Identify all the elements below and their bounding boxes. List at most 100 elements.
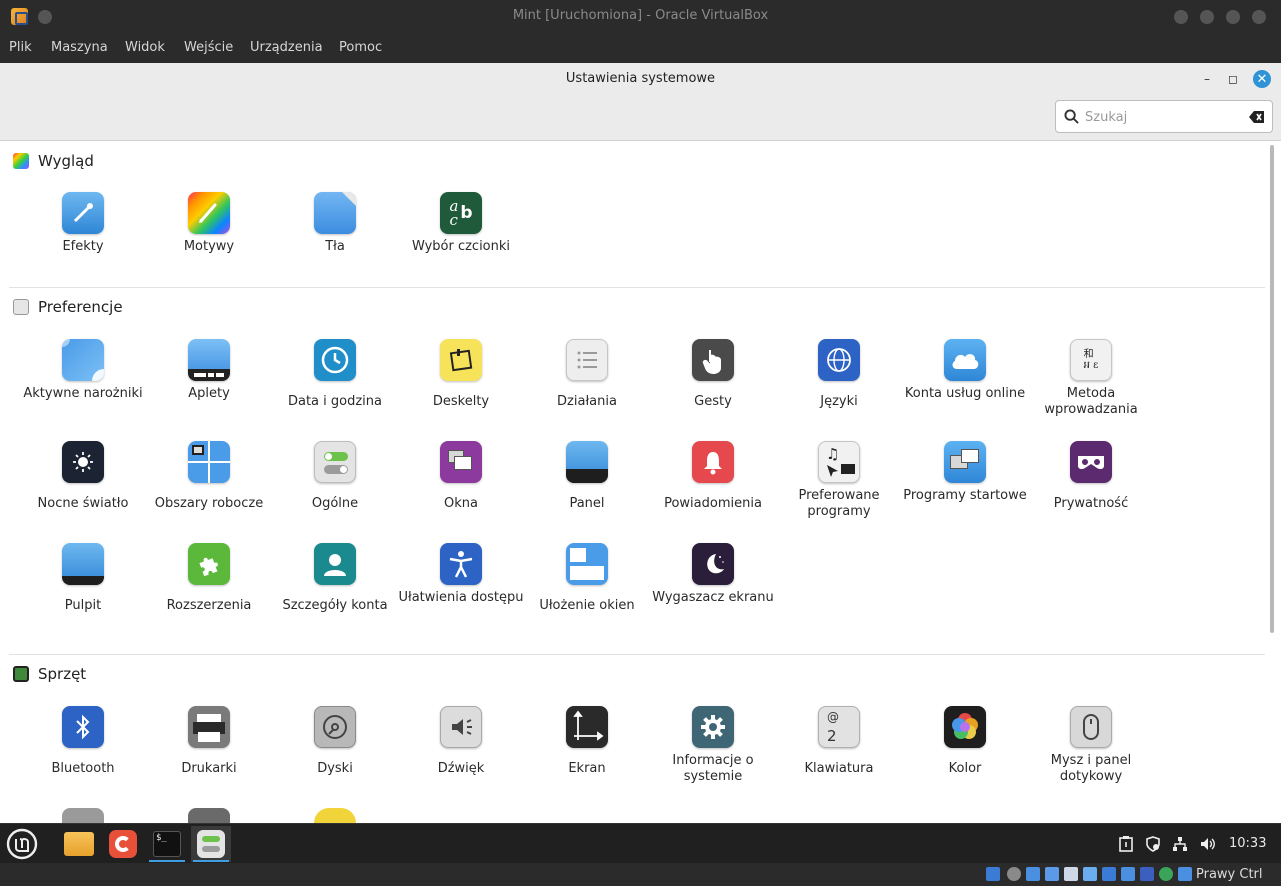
item-bluetooth[interactable]: Bluetooth (20, 706, 146, 777)
section-label: Wygląd (38, 152, 94, 170)
item-disks[interactable]: Dyski (272, 706, 398, 777)
recording-icon[interactable] (1121, 867, 1135, 881)
item-desktop[interactable]: Pulpit (20, 543, 146, 614)
themes-icon (188, 192, 230, 234)
usb-icon[interactable] (1064, 867, 1078, 881)
item-desklets[interactable]: Deskelty (398, 339, 524, 410)
item-window-tiling[interactable]: Ułożenie okien (524, 543, 650, 614)
menu-wejscie[interactable]: Wejście (184, 40, 233, 55)
section-divider (9, 654, 1265, 655)
section-preferences: Preferencje (13, 297, 123, 317)
item-online-accounts[interactable]: Konta usług online (902, 339, 1028, 402)
cpu-icon[interactable] (1140, 867, 1154, 881)
item-sound[interactable]: Dźwięk (398, 706, 524, 777)
item-notifications[interactable]: Powiadomienia (650, 441, 776, 512)
color-icon (944, 706, 986, 748)
partial-item-icon[interactable] (188, 808, 230, 823)
item-label: Dźwięk (437, 761, 485, 776)
item-languages[interactable]: Języki (776, 339, 902, 410)
item-backgrounds[interactable]: Tła (272, 192, 398, 255)
shared-folders-icon[interactable] (1083, 867, 1097, 881)
shield-icon[interactable] (1145, 836, 1161, 852)
item-system-info[interactable]: Informacje o systemie (650, 706, 776, 785)
item-input-method[interactable]: 和អ ε Metoda wprowadzania (1028, 339, 1154, 418)
display-status-icon[interactable] (1102, 867, 1116, 881)
partial-item-icon[interactable] (62, 808, 104, 823)
accessibility-icon (440, 543, 482, 585)
vbox-close-button[interactable] (1252, 10, 1266, 24)
item-startup-apps[interactable]: Programy startowe (902, 441, 1028, 504)
item-actions[interactable]: Działania (524, 339, 650, 410)
audio-icon[interactable] (1026, 867, 1040, 881)
gestures-icon (692, 339, 734, 381)
item-general[interactable]: Ogólne (272, 441, 398, 512)
menu-urzadzenia[interactable]: Urządzenia (250, 40, 323, 55)
maximize-icon[interactable]: ◻ (1224, 70, 1242, 88)
clear-search-icon[interactable] (1249, 110, 1265, 124)
menu-plik[interactable]: Plik (9, 40, 32, 55)
item-label: Ułożenie okien (539, 598, 635, 613)
menu-widok[interactable]: Widok (125, 40, 165, 55)
hard-disk-icon[interactable] (986, 867, 1000, 881)
item-windows[interactable]: Okna (398, 441, 524, 512)
item-label: Informacje o systemie (672, 753, 754, 784)
clipboard-icon[interactable] (1118, 836, 1134, 852)
files-icon[interactable] (59, 826, 99, 862)
menu-maszyna[interactable]: Maszyna (51, 40, 108, 55)
item-themes[interactable]: Motywy (146, 192, 272, 255)
item-color[interactable]: Kolor (902, 706, 1028, 777)
item-extensions[interactable]: Rozszerzenia (146, 543, 272, 614)
item-applets[interactable]: Aplety (146, 339, 272, 402)
network-icon[interactable] (1172, 836, 1188, 852)
item-privacy[interactable]: Prywatność (1028, 441, 1154, 512)
menu-pomoc[interactable]: Pomoc (339, 40, 382, 55)
item-panel[interactable]: Panel (524, 441, 650, 512)
partial-item-icon[interactable] (314, 808, 356, 823)
item-effects[interactable]: Efekty (20, 192, 146, 255)
mouse-integration-icon[interactable] (1159, 867, 1173, 881)
item-hot-corners[interactable]: Aktywne narożniki (20, 339, 146, 402)
system-settings-icon[interactable] (191, 826, 231, 862)
item-label: Dyski (317, 761, 353, 776)
item-label: Języki (820, 394, 858, 409)
bluetooth-icon (62, 706, 104, 748)
item-label: Szczegóły konta (282, 598, 388, 613)
item-date-time[interactable]: Data i godzina (272, 339, 398, 410)
backgrounds-icon (314, 192, 356, 234)
item-night-light[interactable]: Nocne światło (20, 441, 146, 512)
network-adapter-icon[interactable] (1045, 867, 1059, 881)
settings-title: Ustawienia systemowe (565, 71, 716, 86)
item-display[interactable]: Ekran (524, 706, 650, 777)
terminal-icon[interactable]: $_ (147, 826, 187, 862)
search-icon (1064, 109, 1079, 124)
close-icon[interactable]: ✕ (1253, 70, 1271, 88)
search-input[interactable] (1085, 107, 1245, 127)
optical-drive-icon[interactable] (1007, 867, 1021, 881)
firefox-icon[interactable] (103, 826, 143, 862)
item-gestures[interactable]: Gesty (650, 339, 776, 410)
item-workspaces[interactable]: Obszary robocze (146, 441, 272, 512)
item-printers[interactable]: Drukarki (146, 706, 272, 777)
item-screensaver[interactable]: Wygaszacz ekranu (650, 543, 776, 606)
item-label: Ułatwienia dostępu (398, 590, 524, 605)
item-label: Wybór czcionki (411, 239, 511, 254)
search-box[interactable] (1055, 100, 1273, 133)
item-font-selection[interactable]: acb Wybór czcionki (398, 192, 524, 255)
item-accessibility[interactable]: Ułatwienia dostępu (398, 543, 524, 606)
item-keyboard[interactable]: @ 2 Klawiatura (776, 706, 902, 777)
vbox-minimize-button[interactable] (1200, 10, 1214, 24)
vbox-help-button[interactable] (1174, 10, 1188, 24)
scrollbar[interactable] (1270, 145, 1274, 633)
item-label: Gesty (694, 394, 732, 409)
item-account-details[interactable]: Szczegóły konta (272, 543, 398, 614)
menu-icon[interactable] (2, 826, 42, 862)
keyboard-capture-icon[interactable] (1178, 867, 1192, 881)
clock[interactable]: 10:33 (1229, 836, 1266, 851)
minimize-icon[interactable]: – (1198, 70, 1216, 88)
item-mouse-touchpad[interactable]: Mysz i panel dotykowy (1028, 706, 1154, 785)
item-preferred-apps[interactable]: ♫ Preferowane programy (776, 441, 902, 520)
volume-icon[interactable] (1199, 836, 1215, 852)
vbox-maximize-button[interactable] (1226, 10, 1240, 24)
item-label: Pulpit (64, 598, 102, 613)
desklets-icon (440, 339, 482, 381)
